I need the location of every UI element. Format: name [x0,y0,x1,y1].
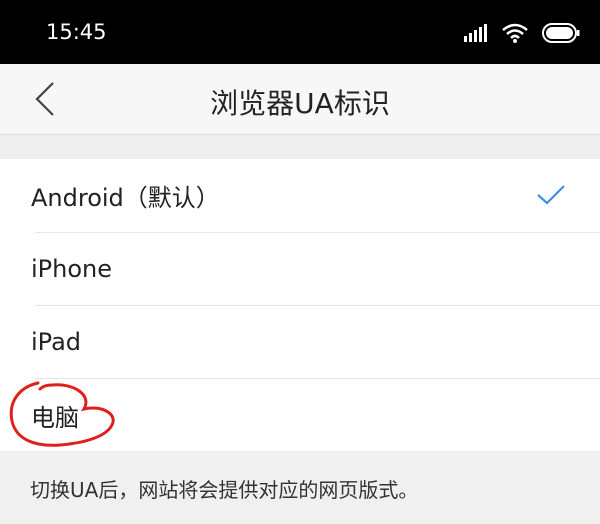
ua-option-ipad[interactable]: iPad [0,306,600,378]
hint-section: 切换UA后，网站将会提供对应的网页版式。 [0,451,600,524]
page-title: 浏览器UA标识 [210,87,390,120]
hint-text: 切换UA后，网站将会提供对应的网页版式。 [30,478,419,502]
ua-option-iphone[interactable]: iPhone [0,233,600,305]
section-gap [0,135,600,159]
ua-option-label: iPhone [31,255,113,283]
battery-icon [542,23,580,43]
ua-option-label: 电脑 [31,403,79,432]
signal-icon [464,24,487,42]
wifi-icon [502,23,528,43]
status-icons [464,20,580,46]
status-bar: 15:45 [0,0,600,64]
status-time: 15:45 [46,20,107,44]
checkmark-icon [537,185,565,205]
ua-option-label: Android（默认） [31,183,220,212]
ua-option-label: iPad [31,328,82,356]
ua-option-list: Android（默认） iPhone iPad 电脑 [0,159,600,451]
ua-option-android[interactable]: Android（默认） [0,159,600,231]
nav-bar: 浏览器UA标识 [0,64,600,135]
ua-option-desktop[interactable]: 电脑 [0,379,600,451]
